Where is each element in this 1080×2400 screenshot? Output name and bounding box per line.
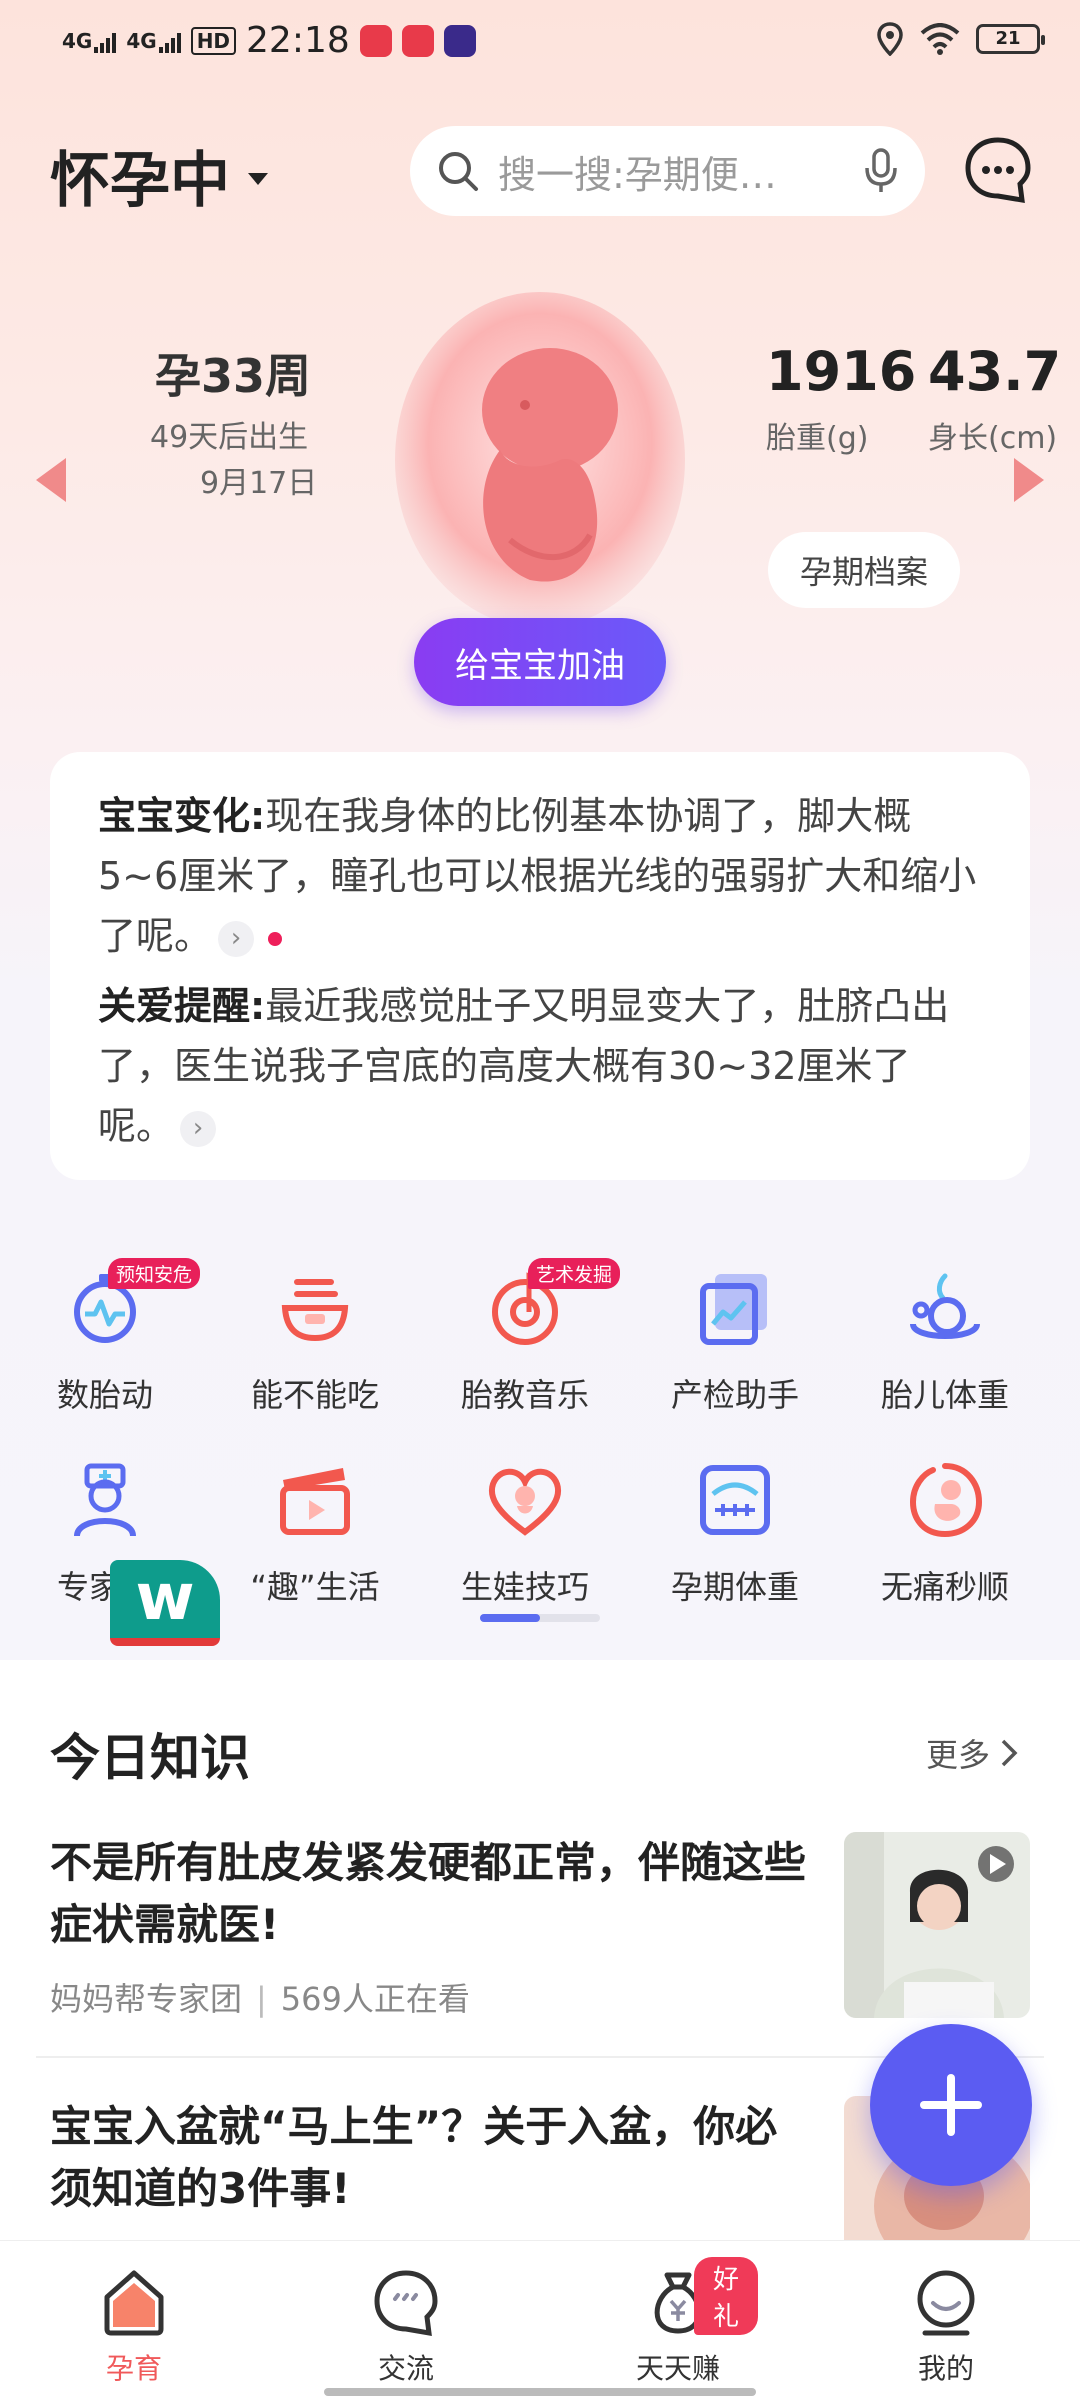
signal-4g-icon-2: 4G (126, 29, 181, 53)
fetal-length-value: 43.7 (928, 340, 1062, 403)
fetal-length: 43.7 身长(cm) (928, 340, 1061, 457)
tool-pregnancy-weight[interactable]: 孕期体重 (630, 1460, 840, 1608)
chevron-right-icon (1001, 1739, 1018, 1767)
previous-week-arrow-icon[interactable] (36, 458, 66, 502)
battery-icon: 21 (976, 24, 1045, 54)
clapper-icon (280, 1468, 350, 1535)
nav-label: 天天赚 (635, 2352, 720, 2385)
hd-icon: HD (190, 26, 237, 55)
message-icon[interactable] (962, 134, 1034, 206)
video-app-icon (443, 24, 476, 57)
profile-icon (917, 2270, 975, 2336)
tool-birth-tips[interactable]: 生娃技巧 (420, 1460, 630, 1608)
tool-label: 孕期体重 (670, 1568, 799, 1606)
tool-label: 产检助手 (670, 1376, 799, 1414)
bowl-icon (281, 1279, 349, 1342)
tool-badge: 艺术发掘 (528, 1258, 621, 1289)
fetal-weight-label: 胎重(g) (766, 421, 869, 456)
nav-item-earn[interactable]: 天天赚 好礼 (598, 2257, 758, 2387)
nav-item-home[interactable]: 孕育 (54, 2267, 214, 2387)
fetal-weight: 1916 胎重(g) (766, 340, 916, 457)
clock: 22:18 (246, 20, 350, 61)
chevron-right-icon[interactable]: › (180, 1110, 217, 1147)
fetus-illustration (395, 292, 685, 628)
article-source: 妈妈帮专家团 (50, 1980, 243, 2018)
search-bar[interactable]: 搜一搜:孕期便… (410, 126, 925, 216)
fetus-icon (909, 1463, 983, 1538)
heart-baby-icon (488, 1468, 562, 1536)
article-title: 宝宝入盆就“马上生”？关于入盆，你必须知道的3件事! (50, 2102, 778, 2213)
chat-bubble-icon (374, 2270, 438, 2337)
location-icon (877, 22, 903, 56)
nav-label: 我的 (917, 2352, 974, 2385)
add-post-button[interactable] (870, 2024, 1032, 2186)
nav-label: 交流 (377, 2352, 434, 2385)
scale-icon (700, 1465, 770, 1535)
report-chart-icon (700, 1274, 767, 1345)
tool-label: 数胎动 (56, 1376, 153, 1414)
pregnancy-week: 孕33周 (155, 349, 312, 403)
home-indicator[interactable] (324, 2388, 756, 2396)
wifi-icon (920, 23, 960, 55)
fetal-length-label: 身长(cm) (928, 421, 1058, 456)
tool-grid-pager (480, 1614, 600, 1622)
baby-info-card: 宝宝变化:现在我身体的比例基本协调了，脚大概5~6厘米了，瞳孔也可以根据光线的强… (50, 752, 1030, 1180)
tool-label: 胎教音乐 (460, 1376, 589, 1414)
knowledge-more-link[interactable]: 更多 (926, 1730, 1018, 1776)
nav-item-profile[interactable]: 我的 (866, 2267, 1026, 2387)
search-placeholder: 搜一搜:孕期便… (498, 152, 777, 197)
search-icon (439, 152, 478, 191)
article-title: 不是所有肚皮发紧发硬都正常，伴随这些症状需就医! (50, 1838, 807, 1949)
home-icon (104, 2270, 164, 2336)
nav-item-community[interactable]: 交流 (326, 2267, 486, 2387)
days-until-birth: 49天后出生 (150, 420, 309, 455)
article-views: 569人正在看 (280, 1980, 470, 2018)
fetal-weight-value: 1916 (766, 340, 917, 403)
next-week-arrow-icon[interactable] (1014, 458, 1044, 502)
stage-label: 怀孕中 (50, 146, 230, 216)
caret-down-icon (248, 172, 268, 185)
due-date: 9月17日 (200, 466, 318, 501)
article-card[interactable]: 不是所有肚皮发紧发硬都正常，伴随这些症状需就医! 妈妈帮专家团 | 569人正在看 (50, 1832, 1030, 2022)
tool-label: 生娃技巧 (460, 1568, 589, 1606)
baby-change-title: 宝宝变化: (98, 794, 266, 838)
tool-fetal-movement[interactable]: 数胎动 预知安危 (0, 1258, 210, 1416)
meta-separator: | (256, 1980, 267, 2018)
header: 怀孕中 搜一搜:孕期便… (0, 118, 1080, 228)
tool-label: 能不能吃 (250, 1376, 379, 1414)
tool-fun-life[interactable]: “趣”生活 (210, 1460, 420, 1608)
app-notification-icon-2 (401, 24, 434, 57)
tool-fetal-weight[interactable]: 胎儿体重 (840, 1268, 1050, 1416)
microphone-icon[interactable] (863, 148, 899, 194)
tool-label: 无痛秒顺 (880, 1568, 1009, 1606)
knowledge-title: 今日知识 (50, 1729, 250, 1787)
care-reminder-title: 关爱提醒: (98, 984, 266, 1028)
signal-4g-icon: 4G (62, 29, 117, 53)
tool-checkup-assistant[interactable]: 产检助手 (630, 1268, 840, 1416)
fetus-scale-icon (910, 1273, 980, 1339)
tool-prenatal-music[interactable]: 胎教音乐 艺术发掘 (420, 1258, 630, 1416)
tool-can-eat[interactable]: 能不能吃 (210, 1268, 420, 1416)
floating-promo-logo[interactable]: w (110, 1560, 220, 1646)
unread-dot (268, 931, 283, 946)
nav-label: 孕育 (105, 2352, 162, 2385)
tool-label: “趣”生活 (250, 1568, 380, 1606)
status-bar: 4G 4G HD 22:18 21 (0, 0, 1080, 86)
pregnancy-archive-button[interactable]: 孕期档案 (768, 532, 960, 608)
care-reminder-paragraph[interactable]: 关爱提醒:最近我感觉肚子又明显变大了，肚脐凸出了，医生说我子宫底的高度大概有30… (98, 976, 982, 1156)
chevron-right-icon[interactable]: › (218, 920, 255, 957)
tool-painless-birth[interactable]: 无痛秒顺 (840, 1460, 1050, 1608)
cheer-baby-button[interactable]: 给宝宝加油 (414, 618, 666, 706)
more-label: 更多 (926, 1736, 991, 1774)
tool-label: 胎儿体重 (880, 1376, 1009, 1414)
stage-selector[interactable]: 怀孕中 (50, 132, 268, 219)
bottom-navigation: 孕育 交流 天天赚 好礼 我的 (0, 2240, 1080, 2400)
baby-change-paragraph[interactable]: 宝宝变化:现在我身体的比例基本协调了，脚大概5~6厘米了，瞳孔也可以根据光线的强… (98, 786, 982, 966)
app-notification-icon (359, 24, 392, 57)
nav-gift-badge: 好礼 (694, 2257, 758, 2335)
article-video-thumbnail (844, 1832, 1030, 2018)
nurse-icon (74, 1463, 136, 1537)
tool-badge: 预知安危 (108, 1258, 201, 1289)
